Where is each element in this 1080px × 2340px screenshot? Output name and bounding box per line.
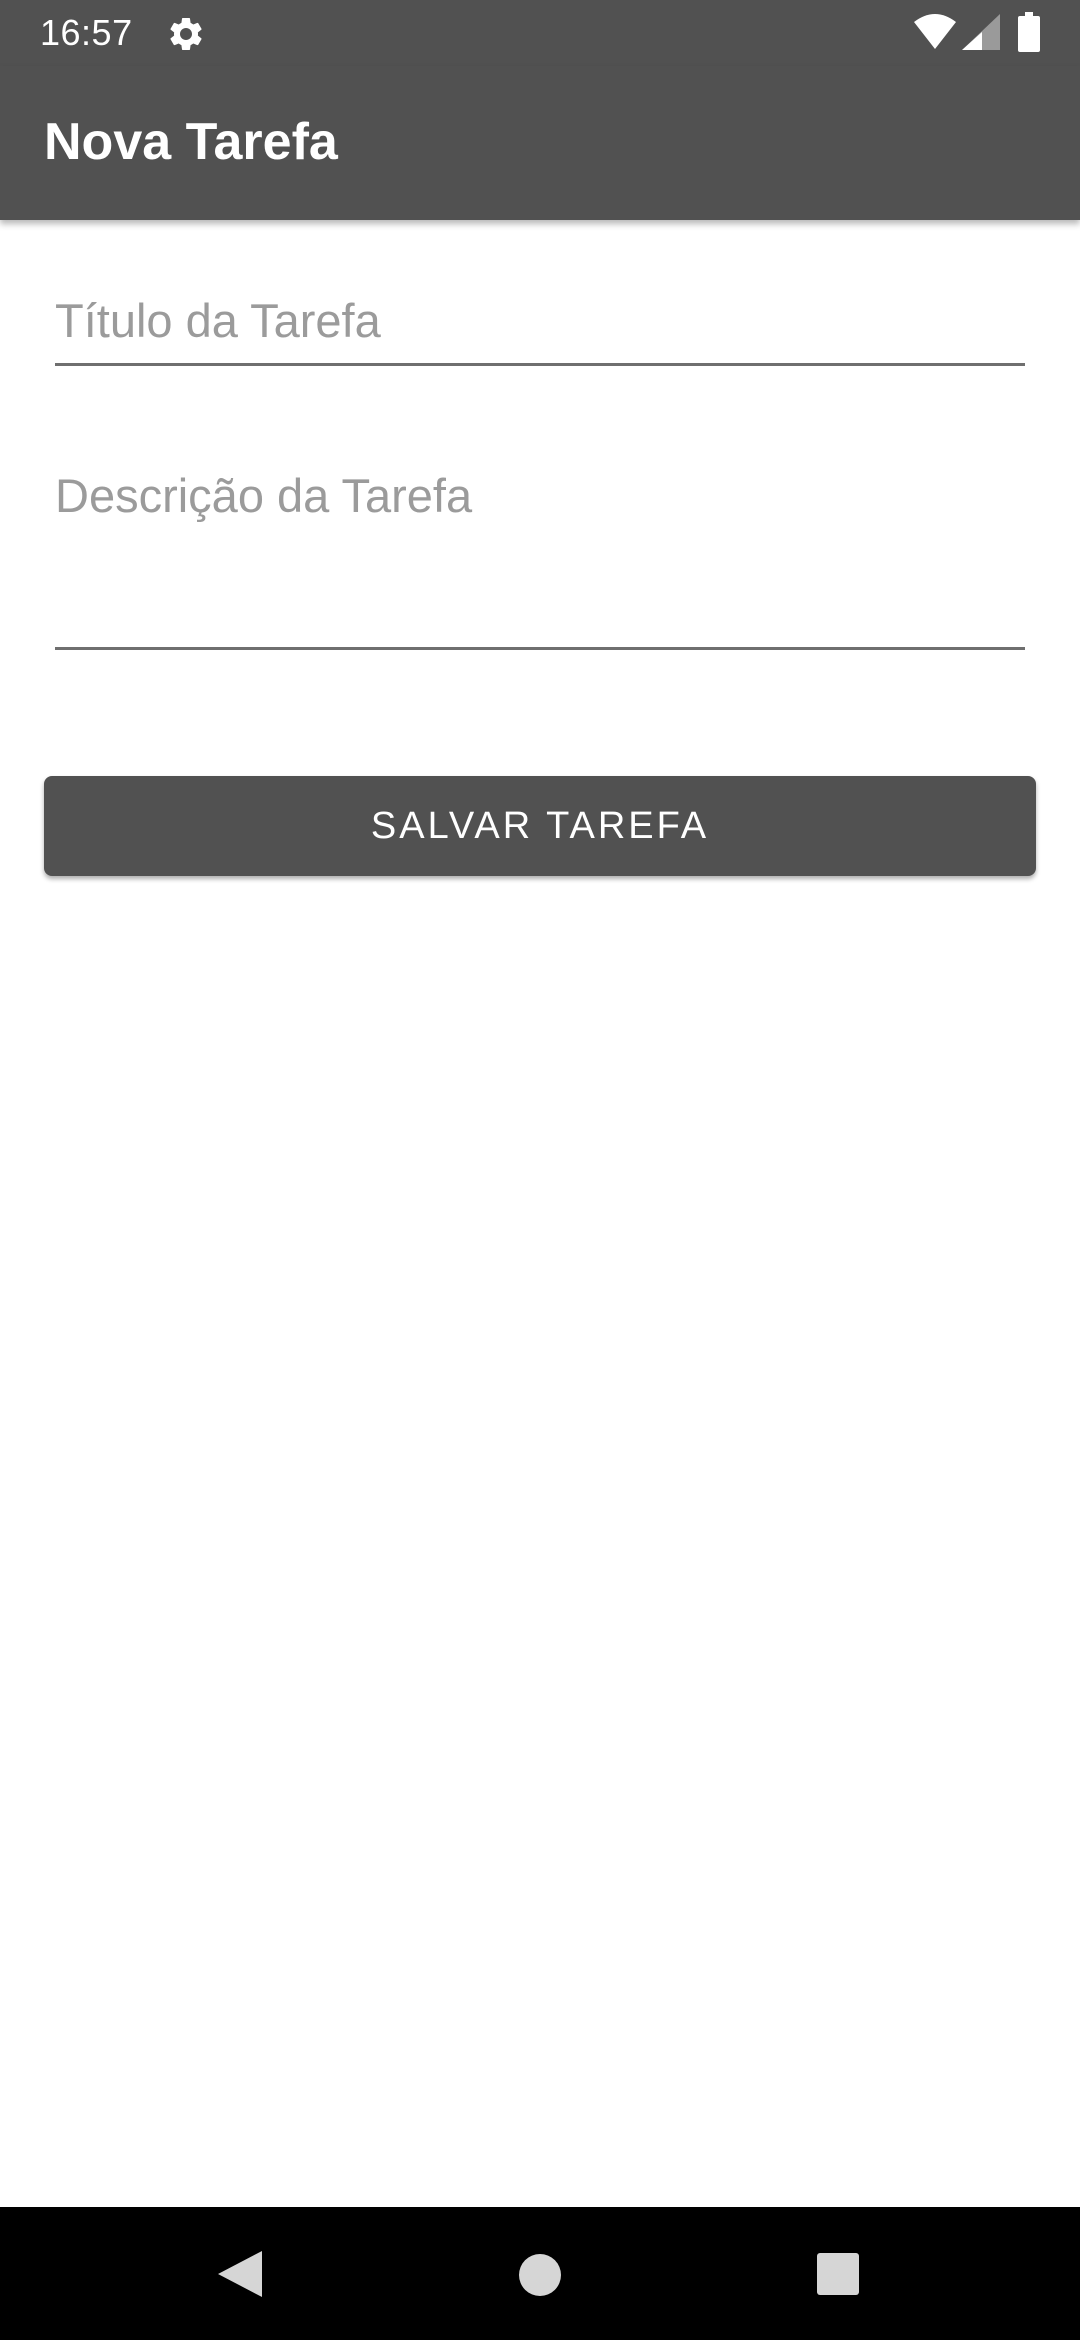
navigation-bar: [0, 2207, 1080, 2340]
status-time: 16:57: [40, 12, 133, 53]
app-bar: Nova Tarefa: [0, 66, 1080, 220]
recents-icon[interactable]: [817, 2253, 859, 2295]
wifi-icon: [914, 14, 956, 49]
screen: 16:57 Nova Tarefa SALVAR TAREFA: [0, 0, 1080, 2340]
title-field[interactable]: [55, 288, 1025, 366]
back-icon[interactable]: [218, 2251, 262, 2297]
home-icon[interactable]: [518, 2253, 562, 2297]
battery-icon: [1018, 12, 1040, 52]
page-title: Nova Tarefa: [44, 113, 338, 171]
gear-icon: [170, 18, 202, 50]
description-field[interactable]: [55, 462, 1025, 650]
save-task-button[interactable]: SALVAR TAREFA: [44, 776, 1036, 876]
status-bar: 16:57: [0, 0, 1080, 66]
cell-signal-icon: [962, 14, 1000, 50]
